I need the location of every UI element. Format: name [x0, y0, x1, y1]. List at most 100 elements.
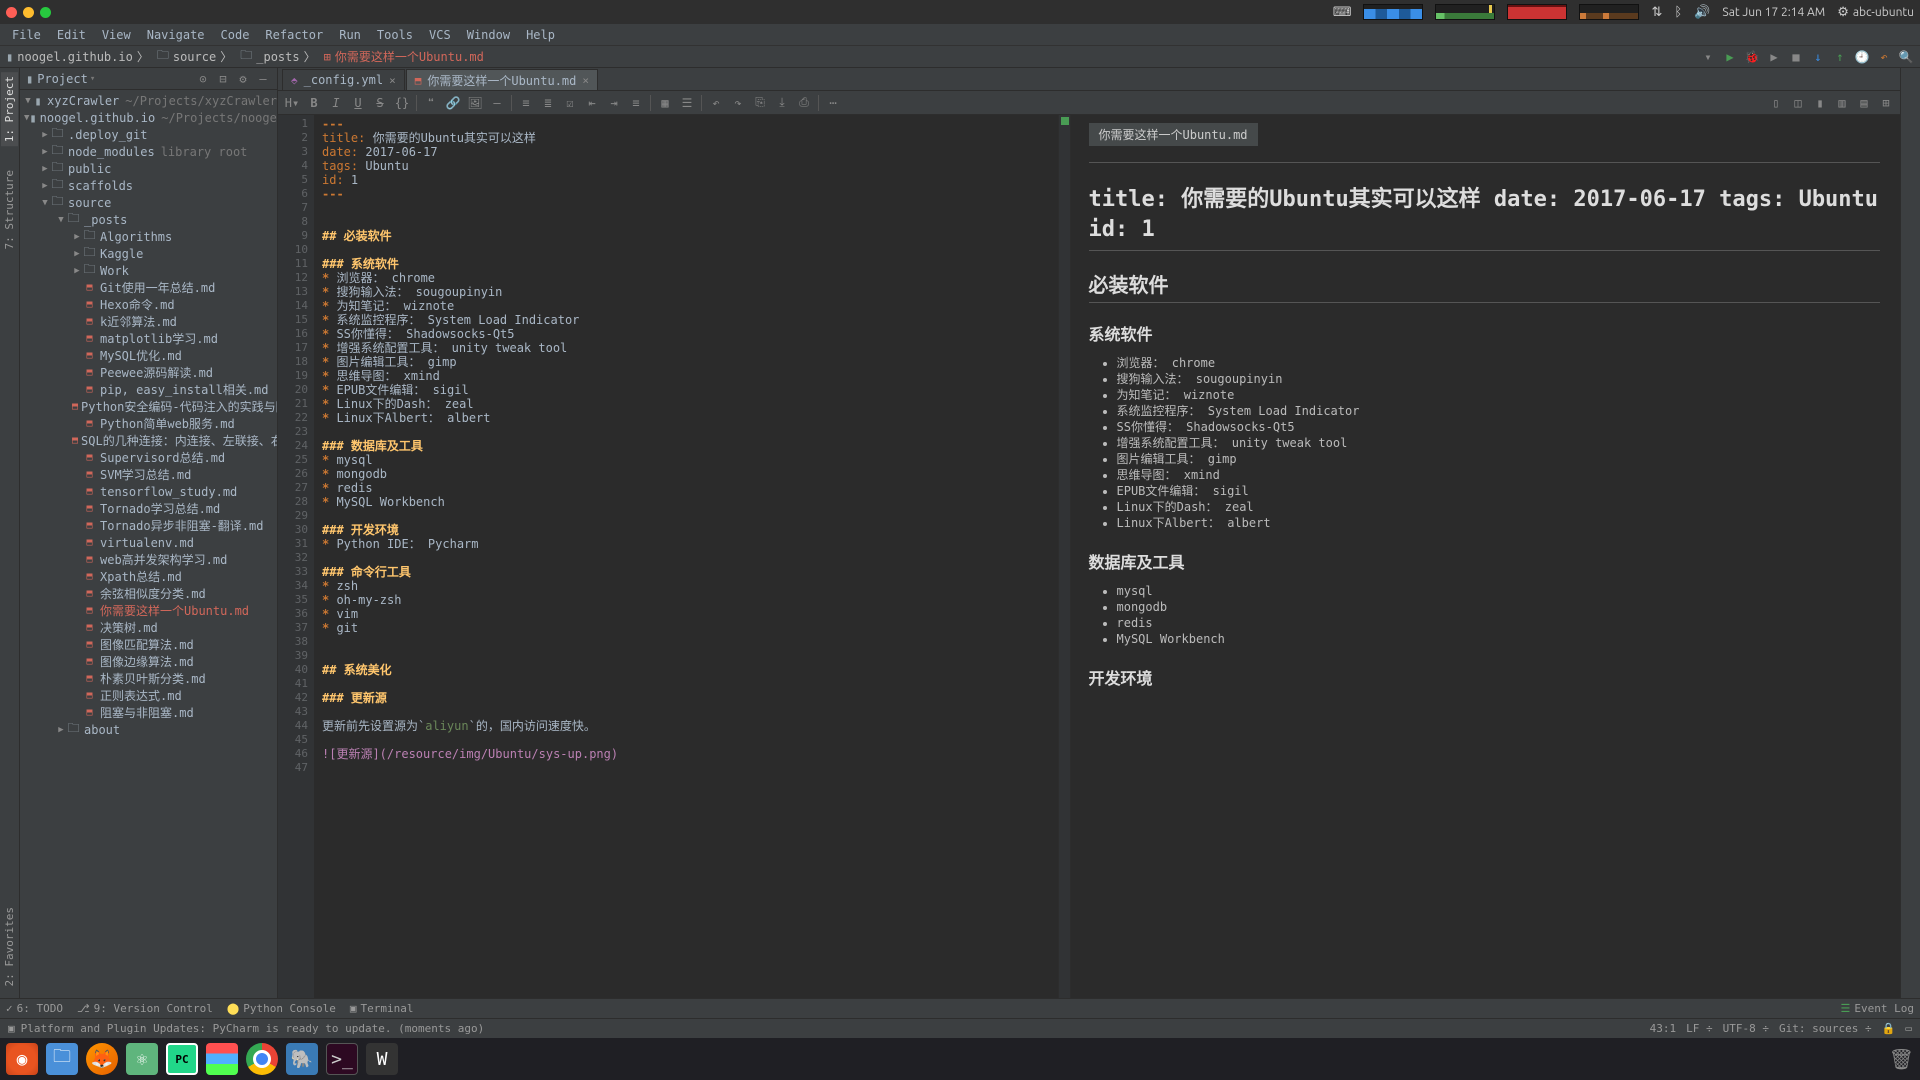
toc-icon[interactable]: ☰ [677, 93, 697, 113]
tree-item[interactable]: ⬒正则表达式.md [20, 687, 277, 704]
favorites-tool-tab[interactable]: 2: Favorites [1, 903, 18, 990]
heading-dropdown[interactable]: H▾ [282, 93, 302, 113]
tab-close-icon[interactable]: × [389, 74, 396, 87]
hr-icon[interactable]: — [487, 93, 507, 113]
undo-icon[interactable]: ↶ [706, 93, 726, 113]
tree-item[interactable]: ⬒SQL的几种连接：内连接、左联接、右连 [20, 432, 277, 449]
volume-icon[interactable]: 🔊 [1694, 5, 1710, 20]
vcs-update-icon[interactable]: ↓ [1810, 49, 1826, 65]
italic-icon[interactable]: I [326, 93, 346, 113]
tree-item[interactable]: ⬒pip, easy_install相关.md [20, 381, 277, 398]
tree-item[interactable]: ⬒matplotlib学习.md [20, 330, 277, 347]
table-icon[interactable]: ▦ [655, 93, 675, 113]
tree-item[interactable]: ⬒Hexo命令.md [20, 296, 277, 313]
menu-file[interactable]: File [4, 26, 49, 44]
editor-tab[interactable]: ⬘_config.yml× [282, 69, 405, 90]
tree-item[interactable]: ⬒朴素贝叶斯分类.md [20, 670, 277, 687]
dbeaver-icon[interactable]: 🐘 [286, 1043, 318, 1075]
tree-item[interactable]: ⬒图像匹配算法.md [20, 636, 277, 653]
menu-refactor[interactable]: Refactor [257, 26, 331, 44]
search-icon[interactable]: 🔍 [1898, 49, 1914, 65]
layout-html-icon[interactable]: ▥ [1832, 93, 1852, 113]
bold-icon[interactable]: B [304, 93, 324, 113]
tree-item[interactable]: ⬒MySQL优化.md [20, 347, 277, 364]
code-content[interactable]: ---title: 你需要的Ubuntu其实可以这样date: 2017-06-… [314, 115, 1058, 998]
build-dropdown[interactable]: ▾ [1700, 49, 1716, 65]
vcs-tab[interactable]: ⎇9: Version Control [77, 1002, 213, 1015]
editor-tab[interactable]: ⬒你需要这样一个Ubuntu.md× [406, 69, 598, 90]
python-console-tab[interactable]: ⬤Python Console [227, 1002, 336, 1015]
bluetooth-icon[interactable]: ᛒ [1674, 5, 1682, 19]
tree-item[interactable]: ⬒tensorflow_study.md [20, 483, 277, 500]
tree-item[interactable]: ⬒web高并发架构学习.md [20, 551, 277, 568]
minimize-dot[interactable] [23, 7, 34, 18]
wiznote-icon[interactable]: W [366, 1043, 398, 1075]
tree-item[interactable]: ⬒virtualenv.md [20, 534, 277, 551]
align-left-icon[interactable]: ≡ [626, 93, 646, 113]
user-menu[interactable]: ⚙abc-ubuntu [1837, 5, 1914, 20]
crumb-file[interactable]: ⊞你需要这样一个Ubuntu.md [324, 48, 484, 65]
coverage-icon[interactable]: ▶ [1766, 49, 1782, 65]
disk-graph[interactable] [1579, 4, 1639, 20]
vcs-history-icon[interactable]: 🕘 [1854, 49, 1870, 65]
tree-item[interactable]: ⬒你需要这样一个Ubuntu.md [20, 602, 277, 619]
structure-tool-tab[interactable]: 7: Structure [1, 166, 18, 253]
tree-item[interactable]: ⬒Peewee源码解读.md [20, 364, 277, 381]
tree-item[interactable]: ⬒余弦相似度分类.md [20, 585, 277, 602]
strike-icon[interactable]: S [370, 93, 390, 113]
layout-preview-icon[interactable]: ▮ [1810, 93, 1830, 113]
task-icon[interactable]: ☑ [560, 93, 580, 113]
stop-icon[interactable]: ■ [1788, 49, 1804, 65]
markdown-preview[interactable]: 你需要这样一个Ubuntu.md title: 你需要的Ubuntu其实可以这样… [1071, 115, 1901, 998]
files-icon[interactable]: 🗀 [46, 1043, 78, 1075]
project-tree[interactable]: ▼▮xyzCrawler~/Projects/xyzCrawler▼▮nooge… [20, 90, 277, 998]
tree-item[interactable]: ⬒Python安全编码-代码注入的实践与防范 [20, 398, 277, 415]
tree-item[interactable]: ▼🗀source [20, 194, 277, 211]
clock[interactable]: Sat Jun 17 2:14 AM [1722, 6, 1825, 19]
tree-item[interactable]: ▼▮xyzCrawler~/Projects/xyzCrawler [20, 92, 277, 109]
crumb-source[interactable]: 🗀source〉 [157, 46, 232, 67]
event-log-tab[interactable]: Event Log [1854, 1002, 1914, 1015]
network-icon[interactable]: ⇅ [1651, 5, 1662, 20]
tree-item[interactable]: ⬒Xpath总结.md [20, 568, 277, 585]
layout-split-icon[interactable]: ◫ [1788, 93, 1808, 113]
close-dot[interactable] [6, 7, 17, 18]
outdent-icon[interactable]: ⇤ [582, 93, 602, 113]
maximize-dot[interactable] [40, 7, 51, 18]
redo-icon[interactable]: ↷ [728, 93, 748, 113]
file-encoding[interactable]: UTF-8 ÷ [1723, 1022, 1769, 1035]
tree-item[interactable]: ▶🗀Kaggle [20, 245, 277, 262]
dash-icon[interactable]: ◉ [6, 1043, 38, 1075]
menu-help[interactable]: Help [518, 26, 563, 44]
pycharm-icon[interactable]: PC [166, 1043, 198, 1075]
export-icon[interactable]: ⤓ [772, 93, 792, 113]
tree-item[interactable]: ▶🗀Algorithms [20, 228, 277, 245]
menu-code[interactable]: Code [213, 26, 258, 44]
link-icon[interactable]: 🔗 [443, 93, 463, 113]
tree-item[interactable]: ⬒Supervisord总结.md [20, 449, 277, 466]
ul-icon[interactable]: ≡ [516, 93, 536, 113]
scroll-from-source-icon[interactable]: ⊙ [195, 71, 211, 87]
readonly-lock-icon[interactable]: 🔒 [1882, 1022, 1896, 1035]
tree-item[interactable]: ⬒Tornado学习总结.md [20, 500, 277, 517]
terminal-icon[interactable]: >_ [326, 1043, 358, 1075]
image-icon[interactable]: 🖼 [465, 93, 485, 113]
collapse-all-icon[interactable]: ⊟ [215, 71, 231, 87]
line-separator[interactable]: LF ÷ [1686, 1022, 1713, 1035]
crumb-root[interactable]: ▮noogel.github.io〉 [6, 48, 149, 65]
tree-item[interactable]: ⬒Python简单web服务.md [20, 415, 277, 432]
tree-item[interactable]: ⬒Git使用一年总结.md [20, 279, 277, 296]
status-icon[interactable]: ▣ [8, 1022, 15, 1035]
tree-item[interactable]: ▶🗀about [20, 721, 277, 738]
underline-icon[interactable]: U [348, 93, 368, 113]
crumb-posts[interactable]: 🗀_posts〉 [240, 46, 315, 67]
atom-icon[interactable]: ⚛ [126, 1043, 158, 1075]
indent-icon[interactable]: ⇥ [604, 93, 624, 113]
system-monitor-icon[interactable] [206, 1043, 238, 1075]
code-icon[interactable]: {} [392, 93, 412, 113]
tree-item[interactable]: ⬒SVM学习总结.md [20, 466, 277, 483]
terminal-tab[interactable]: ▣Terminal [350, 1002, 414, 1015]
menu-edit[interactable]: Edit [49, 26, 94, 44]
ol-icon[interactable]: ≣ [538, 93, 558, 113]
layout-editor-icon[interactable]: ▯ [1766, 93, 1786, 113]
